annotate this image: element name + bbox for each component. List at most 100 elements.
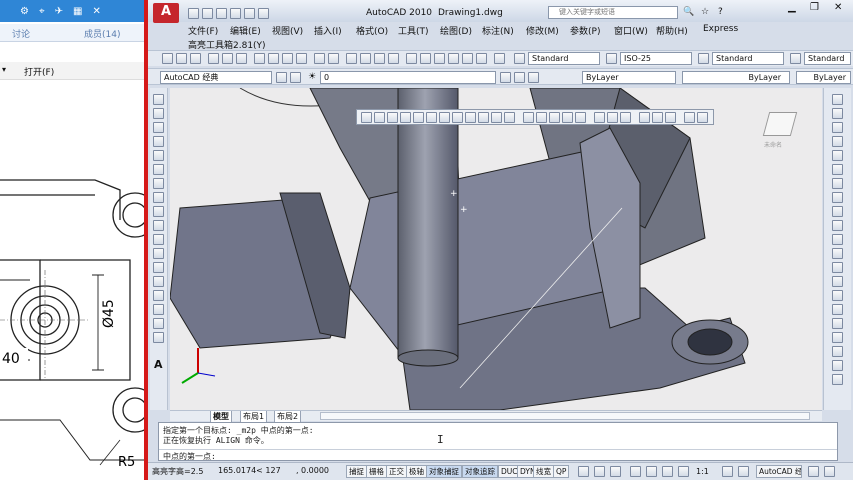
snap-toggle[interactable]: 捕捉 [346, 465, 367, 478]
rotate-3d-icon[interactable] [684, 112, 695, 123]
line-icon[interactable] [153, 94, 164, 105]
menu-parameters[interactable]: 参数(P) [570, 24, 600, 37]
new-file-icon[interactable] [162, 53, 173, 64]
save-file-icon[interactable] [190, 53, 201, 64]
minimize-icon[interactable]: ▁ [788, 2, 796, 13]
intersect-icon[interactable] [549, 112, 560, 123]
undo-icon[interactable] [314, 53, 325, 64]
make-block-icon[interactable] [153, 262, 164, 273]
plot-icon[interactable] [258, 8, 269, 19]
helix-icon[interactable] [452, 112, 463, 123]
undo-icon[interactable] [230, 8, 241, 19]
offset-icon[interactable] [832, 136, 843, 147]
help-icon[interactable]: ? [718, 7, 723, 17]
wedge-icon[interactable] [374, 112, 385, 123]
multileader-style-icon[interactable] [790, 53, 801, 64]
trim-icon[interactable] [832, 220, 843, 231]
quick-view-drawings-icon[interactable] [610, 466, 621, 477]
point-icon[interactable] [153, 276, 164, 287]
layer-state-icon[interactable] [528, 72, 539, 83]
search-icon[interactable]: 🔍 [683, 7, 694, 17]
cut-icon[interactable] [254, 53, 265, 64]
help-icon[interactable] [494, 53, 505, 64]
make-current-icon[interactable] [500, 72, 511, 83]
save-icon[interactable] [216, 8, 227, 19]
copy-object-icon[interactable] [832, 108, 843, 119]
menu-file[interactable]: 文件(F) [188, 24, 218, 37]
publish-icon[interactable] [236, 53, 247, 64]
linetype-select[interactable]: ByLayer [682, 71, 790, 84]
cone-icon[interactable] [387, 112, 398, 123]
presspull-icon[interactable] [575, 112, 586, 123]
scale-icon[interactable] [832, 192, 843, 203]
gear-icon[interactable]: ⚙ [20, 6, 29, 17]
viewcube[interactable]: 未命名 [758, 108, 802, 149]
print-icon[interactable] [208, 53, 219, 64]
clean-screen-icon[interactable] [824, 466, 835, 477]
edit-hatch-icon[interactable] [832, 360, 843, 371]
layer-manager-icon[interactable] [290, 72, 301, 83]
multiline-text-icon[interactable]: A [154, 358, 163, 371]
move-icon[interactable] [832, 164, 843, 175]
tab-members[interactable]: 成员(14) [84, 27, 120, 40]
edit-polyline-icon[interactable] [832, 332, 843, 343]
table-style-icon[interactable] [698, 53, 709, 64]
zoom-status-icon[interactable] [646, 466, 657, 477]
paste-icon[interactable] [282, 53, 293, 64]
dim-style-select[interactable]: ISO-25 [620, 52, 692, 65]
menu-tools[interactable]: 工具(T) [398, 24, 429, 37]
annotation-scale[interactable]: 1:1 [696, 467, 709, 476]
model-viewport[interactable]: + + 未命名 [170, 88, 822, 410]
workspace-select[interactable]: AutoCAD 经典 [160, 71, 272, 84]
match-properties-icon[interactable] [296, 53, 307, 64]
steering-wheel-icon[interactable] [662, 466, 673, 477]
zoom-window-icon[interactable] [374, 53, 385, 64]
align-3d-icon[interactable] [639, 112, 650, 123]
menu-format[interactable]: 格式(O) [356, 24, 388, 37]
polyline-icon[interactable] [153, 122, 164, 133]
ellipse-arc-icon[interactable] [153, 234, 164, 245]
hatch-icon[interactable] [153, 290, 164, 301]
otrack-toggle[interactable]: 对象追踪 [462, 465, 498, 478]
polysolid-icon[interactable] [562, 112, 573, 123]
revision-cloud-icon[interactable] [153, 192, 164, 203]
design-center-icon[interactable] [420, 53, 431, 64]
join-icon[interactable] [832, 276, 843, 287]
arc-icon[interactable] [153, 164, 164, 175]
mirror-icon[interactable] [832, 122, 843, 133]
qp-toggle[interactable]: QP [553, 465, 570, 478]
annotation-visibility-icon[interactable] [722, 466, 733, 477]
break-at-point-icon[interactable] [832, 248, 843, 259]
redo-icon[interactable] [328, 53, 339, 64]
chevron-down-icon[interactable]: ▾ [2, 65, 6, 74]
workspace-settings-icon[interactable] [276, 72, 287, 83]
revolve-icon[interactable] [478, 112, 489, 123]
thicken-icon[interactable] [620, 112, 631, 123]
copy-icon[interactable] [268, 53, 279, 64]
sweep-icon[interactable] [491, 112, 502, 123]
markup-icon[interactable] [462, 53, 473, 64]
loft-icon[interactable] [504, 112, 515, 123]
slice-icon[interactable] [594, 112, 605, 123]
pan-status-icon[interactable] [630, 466, 641, 477]
union-icon[interactable] [523, 112, 534, 123]
zoom-previous-icon[interactable] [388, 53, 399, 64]
extrude-icon[interactable] [465, 112, 476, 123]
send-icon[interactable]: ✈ [55, 6, 63, 17]
move-3d-icon[interactable] [697, 112, 708, 123]
lineweight-toggle[interactable]: 线宽 [533, 465, 554, 478]
menu-dimension[interactable]: 标注(N) [482, 24, 514, 37]
mirror-3d-icon[interactable] [652, 112, 663, 123]
pan-icon[interactable] [346, 53, 357, 64]
command-window[interactable]: 指定第一个目标点: _m2p 中点的第一点: 正在恢复执行 ALIGN 命令。 … [158, 422, 838, 461]
chamfer-icon[interactable] [832, 290, 843, 301]
array-3d-icon[interactable] [665, 112, 676, 123]
menu-view[interactable]: 视图(V) [272, 24, 303, 37]
text-style-select[interactable]: Standard [528, 52, 600, 65]
preview-icon[interactable] [222, 53, 233, 64]
table-icon[interactable] [153, 332, 164, 343]
menu-help[interactable]: 帮助(H) [656, 24, 688, 37]
fillet-icon[interactable] [832, 304, 843, 315]
torus-icon[interactable] [426, 112, 437, 123]
tool-palettes-icon[interactable] [434, 53, 445, 64]
